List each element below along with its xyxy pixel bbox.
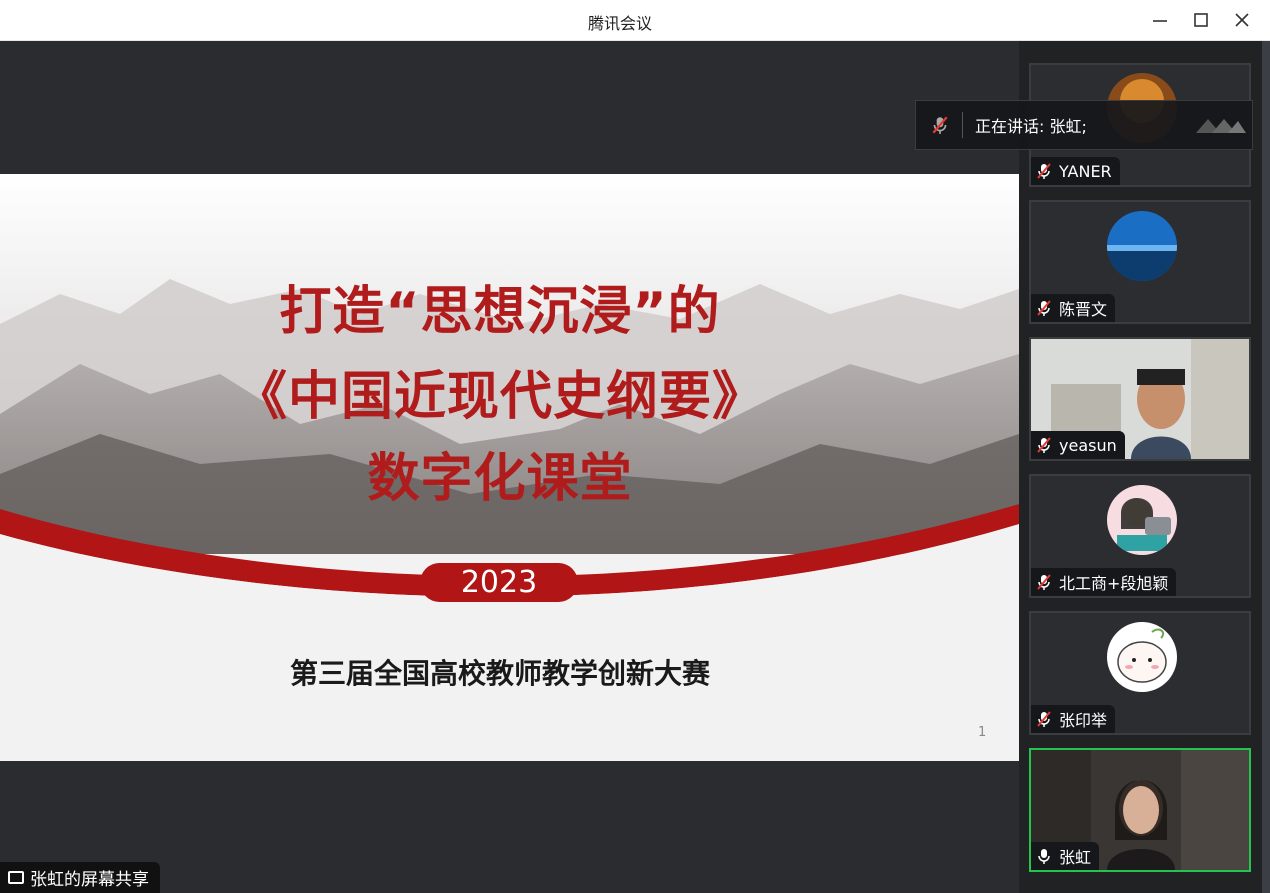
shared-screen-area: 打造“思想沉浸”的 《中国近现代史纲要》 数字化课堂 2023 第三届全国高校教…: [0, 41, 1019, 893]
speaking-indicator-banner: 正在讲话: 张虹;: [915, 100, 1253, 150]
slide-title-line2: 《中国近现代史纲要》: [234, 367, 765, 427]
minimize-icon[interactable]: [1146, 6, 1174, 34]
avatar: [1107, 622, 1177, 692]
participant-tile[interactable]: 张印举: [1029, 611, 1251, 735]
participant-name: 张印举: [1059, 711, 1108, 730]
participant-name-tag: 北工商+段旭颖: [1031, 568, 1177, 596]
participant-tile[interactable]: yeasun: [1029, 337, 1251, 461]
close-icon[interactable]: [1228, 6, 1256, 34]
participant-name: yeasun: [1059, 435, 1117, 455]
mic-muted-icon: [1037, 711, 1051, 727]
mic-muted-icon: [1037, 437, 1051, 453]
slide-title-line1: 打造“思想沉浸”的: [279, 282, 721, 342]
screen-share-icon: [8, 871, 24, 884]
slide-page-number: 1: [978, 725, 987, 740]
participant-tile[interactable]: 北工商+段旭颖: [1029, 474, 1251, 598]
participant-video-list: YANER 陈晋文 yeasun 北工商+段旭颖 张印举 张虹: [1019, 41, 1270, 893]
participant-tile[interactable]: 陈晋文: [1029, 200, 1251, 324]
participant-name-tag: yeasun: [1031, 431, 1125, 459]
avatar: [1107, 485, 1177, 555]
presentation-slide: 打造“思想沉浸”的 《中国近现代史纲要》 数字化课堂 2023 第三届全国高校教…: [0, 174, 1019, 761]
slide-subtitle: 第三届全国高校教师教学创新大赛: [289, 657, 710, 690]
divider: [962, 112, 963, 138]
mic-muted-icon: [1037, 163, 1051, 179]
year-badge: 2023: [420, 563, 578, 602]
participant-name: 张虹: [1059, 848, 1092, 867]
slide-title-line3: 数字化课堂: [367, 449, 633, 509]
title-bar: 腾讯会议: [0, 0, 1270, 41]
participant-name: 陈晋文: [1059, 300, 1108, 319]
mic-on-icon: [1038, 849, 1050, 864]
participant-name-tag: 张印举: [1031, 705, 1116, 733]
participant-name: 北工商+段旭颖: [1059, 574, 1169, 593]
participant-name-tag: YANER: [1031, 157, 1120, 185]
participant-name-tag: 张虹: [1031, 842, 1100, 870]
avatar: [1107, 211, 1177, 281]
window-title: 腾讯会议: [587, 14, 652, 33]
mic-muted-icon[interactable]: [930, 115, 950, 135]
mic-muted-icon: [1037, 574, 1051, 590]
tencent-meeting-logo-icon: [1196, 119, 1246, 133]
screen-share-indicator[interactable]: 张虹的屏幕共享: [0, 862, 160, 893]
screen-share-label: 张虹的屏幕共享: [30, 870, 149, 890]
participant-name-tag: 陈晋文: [1031, 294, 1116, 322]
maximize-icon[interactable]: [1187, 6, 1215, 34]
mic-muted-icon: [1037, 300, 1051, 316]
participant-tile-active-speaker[interactable]: 张虹: [1029, 748, 1251, 872]
window-edge-strip: [1262, 41, 1270, 893]
speaking-label: 正在讲话: 张虹;: [975, 117, 1087, 136]
participant-name: YANER: [1059, 161, 1112, 181]
